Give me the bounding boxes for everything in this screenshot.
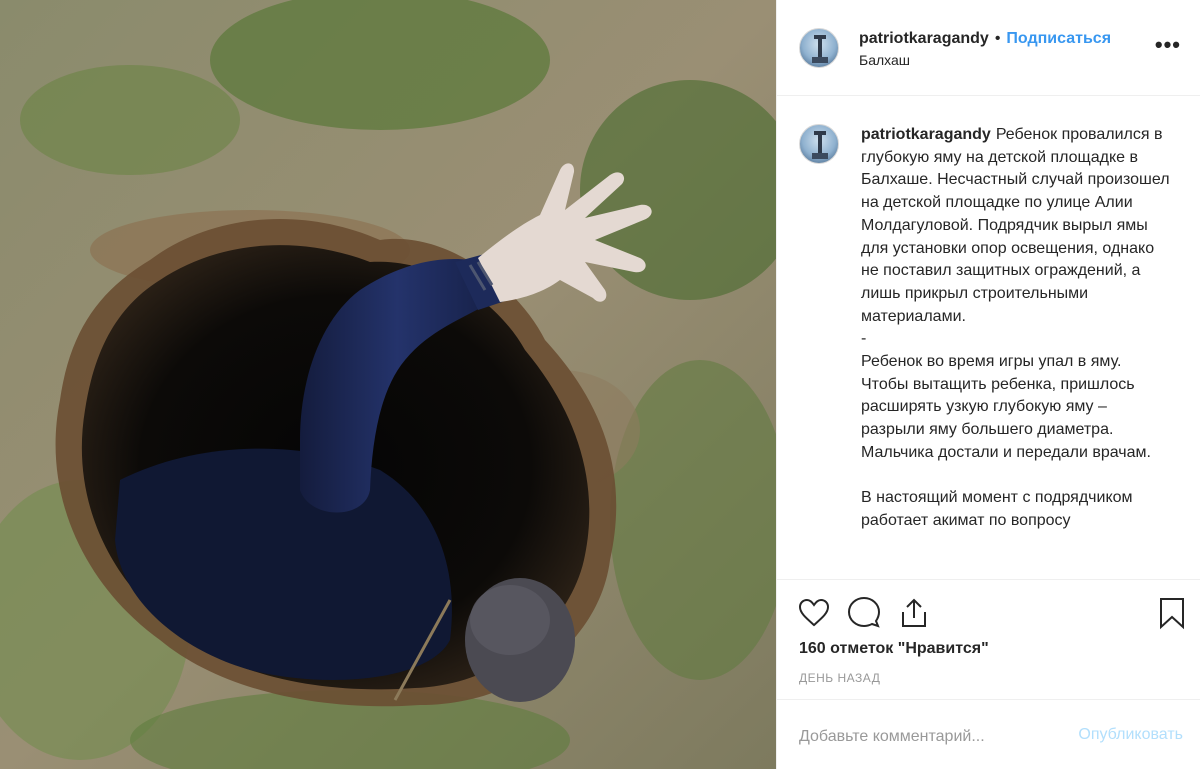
likes-count[interactable]: 160 отметок "Нравится"	[799, 640, 989, 658]
follow-button[interactable]: Подписаться	[1006, 30, 1111, 47]
comment-icon[interactable]	[847, 596, 881, 630]
post-actions: 160 отметок "Нравится" ДЕНЬ НАЗАД	[777, 579, 1200, 699]
caption-text: Ребенок провалился в глубокую яму на дет…	[861, 126, 1170, 529]
comment-input[interactable]	[799, 724, 1049, 750]
post-sidebar: patriotkaragandy • Подписаться Балхаш ••• …	[776, 0, 1200, 769]
post-photo[interactable]	[0, 0, 776, 769]
more-options-icon[interactable]: •••	[1155, 34, 1181, 56]
share-icon[interactable]	[897, 596, 931, 630]
header-line: patriotkaragandy • Подписаться	[859, 30, 1111, 48]
heart-icon[interactable]	[797, 596, 831, 630]
separator-dot: •	[994, 30, 1001, 47]
post-timestamp[interactable]: ДЕНЬ НАЗАД	[799, 671, 880, 685]
comment-bar: Опубликовать	[777, 699, 1200, 769]
bookmark-icon[interactable]	[1155, 596, 1189, 630]
post-caption: patriotkaragandy Ребенок провалился в глу…	[861, 124, 1173, 533]
caption-username[interactable]: patriotkaragandy	[861, 126, 991, 143]
author-avatar[interactable]	[799, 28, 839, 68]
post-photo-image	[0, 0, 776, 769]
publish-button[interactable]: Опубликовать	[1078, 726, 1183, 744]
monument-icon	[812, 35, 828, 63]
monument-icon	[812, 131, 828, 159]
caption-avatar[interactable]	[799, 124, 839, 164]
caption-area[interactable]: patriotkaragandy Ребенок провалился в глу…	[777, 96, 1200, 579]
post-header: patriotkaragandy • Подписаться Балхаш •••	[777, 0, 1200, 96]
post-location[interactable]: Балхаш	[859, 52, 910, 68]
author-username[interactable]: patriotkaragandy	[859, 30, 989, 47]
